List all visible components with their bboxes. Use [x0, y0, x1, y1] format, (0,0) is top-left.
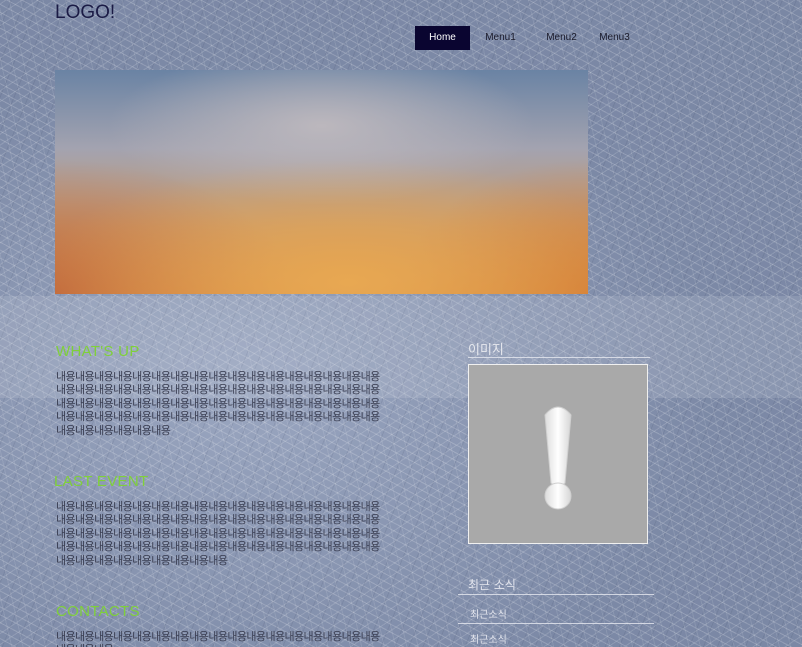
logo[interactable]: LOGO!: [55, 2, 115, 24]
section-text-whats-up: 내용내용내용내용내용내용내용내용내용내용내용내용내용내용내용내용내용내용내용내용…: [56, 370, 380, 437]
nav-home[interactable]: Home: [415, 26, 470, 50]
section-title-last-event: LAST EVENT: [54, 473, 149, 490]
news-divider: [458, 623, 654, 624]
news-item[interactable]: 최근소식: [470, 606, 507, 621]
section-text-contacts: 내용내용내용내용내용내용내용내용내용내용내용내용내용내용내용내용내용내용내용내용: [56, 630, 380, 647]
news-item[interactable]: 최근소식: [470, 631, 507, 646]
section-title-contacts: CONTACTS: [56, 603, 140, 620]
nav-menu3[interactable]: Menu3: [592, 26, 637, 50]
sidebar-divider: [468, 357, 650, 358]
sidebar-image-placeholder: [468, 364, 648, 544]
news-divider-top: [458, 594, 654, 595]
nav-menu1[interactable]: Menu1: [470, 26, 531, 50]
nav-menu2[interactable]: Menu2: [531, 26, 592, 50]
section-text-last-event: 내용내용내용내용내용내용내용내용내용내용내용내용내용내용내용내용내용내용내용내용…: [56, 500, 380, 567]
main-nav: Home Menu1 Menu2 Menu3: [415, 26, 637, 50]
section-title-whats-up: WHAT'S UP: [56, 343, 140, 360]
hero-banner: [55, 70, 588, 294]
broken-image-exclamation-icon: [544, 406, 572, 510]
sidebar-news-title: 최근 소식: [468, 578, 516, 592]
sidebar-image-title: 이미지: [468, 343, 504, 358]
